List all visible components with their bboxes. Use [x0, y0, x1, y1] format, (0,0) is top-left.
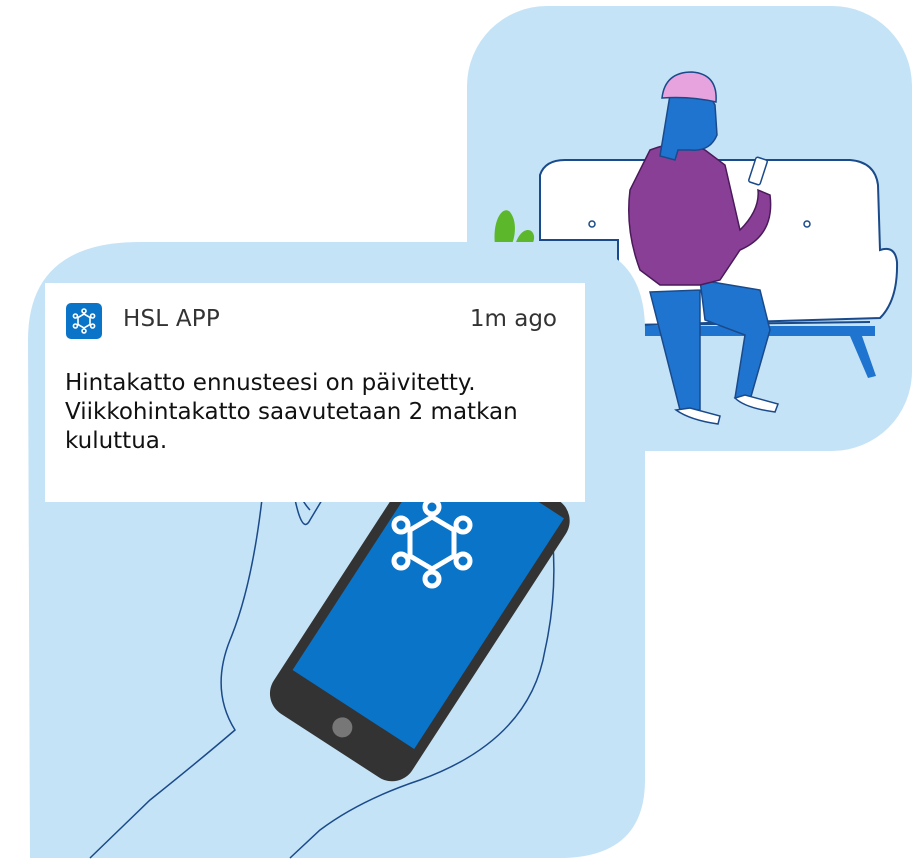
- hsl-logo-icon: [66, 303, 102, 339]
- notification-card[interactable]: HSL APP 1m ago Hintakatto ennusteesi on …: [45, 283, 585, 502]
- app-name: HSL APP: [123, 306, 220, 332]
- notification-message: Hintakatto ennusteesi on päivitetty. Vii…: [65, 370, 518, 454]
- notification-time: 1m ago: [469, 306, 557, 332]
